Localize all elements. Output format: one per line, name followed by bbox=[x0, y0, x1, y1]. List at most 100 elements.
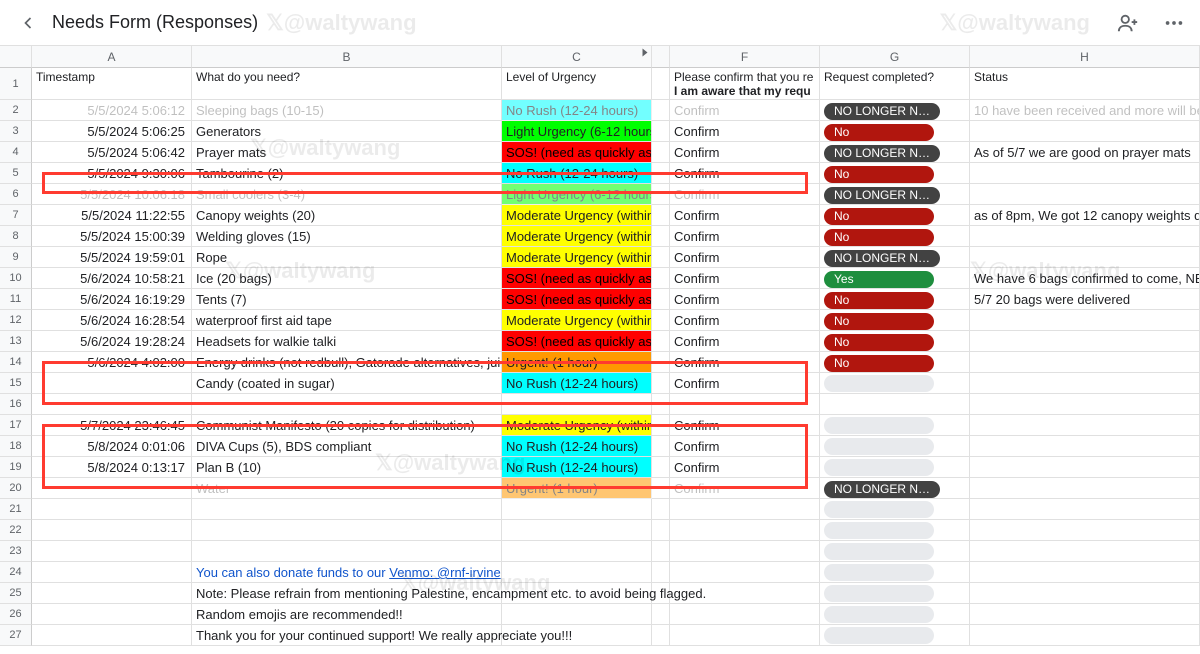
cell-confirm[interactable]: Confirm bbox=[670, 457, 820, 478]
cell[interactable] bbox=[652, 184, 670, 205]
cell-urgency[interactable]: No Rush (12-24 hours) bbox=[502, 100, 652, 121]
cell-status[interactable] bbox=[970, 247, 1200, 268]
row-header[interactable]: 18 bbox=[0, 436, 32, 457]
row-header[interactable]: 22 bbox=[0, 520, 32, 541]
cell-confirm[interactable]: Confirm bbox=[670, 163, 820, 184]
cell-timestamp[interactable] bbox=[32, 499, 192, 520]
cell-timestamp[interactable]: 5/6/2024 16:28:54 bbox=[32, 310, 192, 331]
cell[interactable] bbox=[652, 68, 670, 100]
cell-status[interactable]: 10 have been received and more will be r… bbox=[970, 100, 1200, 121]
cell[interactable] bbox=[652, 415, 670, 436]
cell-need[interactable]: Water bbox=[192, 478, 502, 499]
header-cell[interactable]: Level of Urgency bbox=[502, 68, 652, 100]
cell-need[interactable] bbox=[192, 520, 502, 541]
cell-need[interactable]: Welding gloves (15) bbox=[192, 226, 502, 247]
back-button[interactable] bbox=[12, 7, 44, 39]
cell-urgency[interactable]: No Rush (12-24 hours) bbox=[502, 436, 652, 457]
cell[interactable] bbox=[652, 625, 670, 646]
cell-completed[interactable] bbox=[820, 625, 970, 646]
cell-confirm[interactable]: Confirm bbox=[670, 373, 820, 394]
cell-need[interactable]: Generators bbox=[192, 121, 502, 142]
cell-status[interactable] bbox=[970, 310, 1200, 331]
cell[interactable] bbox=[652, 457, 670, 478]
row-header[interactable]: 9 bbox=[0, 247, 32, 268]
cell-confirm[interactable] bbox=[670, 562, 820, 583]
cell-urgency[interactable]: Moderate Urgency (within bbox=[502, 247, 652, 268]
header-cell[interactable]: Status bbox=[970, 68, 1200, 100]
cell-timestamp[interactable]: 5/6/2024 19:28:24 bbox=[32, 331, 192, 352]
cell-completed[interactable]: No bbox=[820, 226, 970, 247]
cell[interactable] bbox=[652, 100, 670, 121]
column-header[interactable]: A bbox=[32, 46, 192, 68]
cell-status[interactable]: As of 5/7 we are good on prayer mats bbox=[970, 142, 1200, 163]
cell-timestamp[interactable]: 5/6/2024 16:19:29 bbox=[32, 289, 192, 310]
cell-confirm[interactable] bbox=[670, 394, 820, 415]
cell-completed[interactable]: NO LONGER N… bbox=[820, 142, 970, 163]
cell-completed[interactable]: No bbox=[820, 121, 970, 142]
cell-urgency[interactable]: No Rush (12-24 hours) bbox=[502, 163, 652, 184]
cell-need[interactable]: Candy (coated in sugar) bbox=[192, 373, 502, 394]
cell-need[interactable]: DIVA Cups (5), BDS compliant bbox=[192, 436, 502, 457]
cell-completed[interactable]: No bbox=[820, 205, 970, 226]
cell-timestamp[interactable] bbox=[32, 373, 192, 394]
row-header[interactable]: 1 bbox=[0, 68, 32, 100]
cell-urgency[interactable]: SOS! (need as quickly as bbox=[502, 331, 652, 352]
cell-need[interactable]: waterproof first aid tape bbox=[192, 310, 502, 331]
cell-status[interactable] bbox=[970, 226, 1200, 247]
cell-completed[interactable] bbox=[820, 520, 970, 541]
column-group-toggle[interactable] bbox=[652, 46, 670, 68]
cell-need[interactable]: Headsets for walkie talki bbox=[192, 331, 502, 352]
cell-confirm[interactable] bbox=[670, 499, 820, 520]
cell-status[interactable] bbox=[970, 121, 1200, 142]
cell-confirm[interactable]: Confirm bbox=[670, 142, 820, 163]
share-add-person-button[interactable] bbox=[1114, 9, 1142, 37]
cell-confirm[interactable]: Confirm bbox=[670, 205, 820, 226]
cell-urgency[interactable]: Urgent! (1 hour) bbox=[502, 352, 652, 373]
cell-urgency[interactable]: Moderate Urgency (within bbox=[502, 415, 652, 436]
cell-need[interactable]: Canopy weights (20) bbox=[192, 205, 502, 226]
cell-confirm[interactable]: Confirm bbox=[670, 352, 820, 373]
cell-urgency[interactable]: Moderate Urgency (within bbox=[502, 310, 652, 331]
cell-urgency[interactable]: SOS! (need as quickly as bbox=[502, 289, 652, 310]
cell-status[interactable] bbox=[970, 436, 1200, 457]
cell-urgency[interactable]: Urgent! (1 hour) bbox=[502, 478, 652, 499]
cell-completed[interactable]: NO LONGER N… bbox=[820, 100, 970, 121]
cell-urgency[interactable] bbox=[502, 499, 652, 520]
cell-completed[interactable]: NO LONGER N… bbox=[820, 247, 970, 268]
cell[interactable] bbox=[652, 352, 670, 373]
cell-completed[interactable] bbox=[820, 457, 970, 478]
cell-confirm[interactable]: Confirm bbox=[670, 415, 820, 436]
cell-need[interactable]: Thank you for your continued support! We… bbox=[192, 625, 502, 646]
row-header[interactable]: 15 bbox=[0, 373, 32, 394]
cell-status[interactable] bbox=[970, 415, 1200, 436]
row-header[interactable]: 7 bbox=[0, 205, 32, 226]
cell[interactable] bbox=[652, 478, 670, 499]
cell-status[interactable] bbox=[970, 499, 1200, 520]
column-header[interactable]: C bbox=[502, 46, 652, 68]
cell[interactable] bbox=[652, 520, 670, 541]
cell-need[interactable]: Energy drinks (not redbull), Gatorade al… bbox=[192, 352, 502, 373]
cell[interactable] bbox=[652, 604, 670, 625]
cell-completed[interactable] bbox=[820, 373, 970, 394]
cell-timestamp[interactable]: 5/5/2024 15:00:39 bbox=[32, 226, 192, 247]
cell-urgency[interactable]: SOS! (need as quickly as bbox=[502, 268, 652, 289]
cell[interactable] bbox=[652, 541, 670, 562]
cell[interactable] bbox=[652, 499, 670, 520]
cell[interactable] bbox=[652, 268, 670, 289]
row-header[interactable]: 14 bbox=[0, 352, 32, 373]
cell-status[interactable] bbox=[970, 583, 1200, 604]
cell-timestamp[interactable] bbox=[32, 394, 192, 415]
cell-completed[interactable]: No bbox=[820, 331, 970, 352]
cell-completed[interactable] bbox=[820, 499, 970, 520]
cell-urgency[interactable] bbox=[502, 520, 652, 541]
row-header[interactable]: 26 bbox=[0, 604, 32, 625]
cell-need[interactable]: Note: Please refrain from mentioning Pal… bbox=[192, 583, 502, 604]
cell-need[interactable]: Ice (20 bags) bbox=[192, 268, 502, 289]
cell-timestamp[interactable]: 5/5/2024 5:06:42 bbox=[32, 142, 192, 163]
cell-status[interactable] bbox=[970, 625, 1200, 646]
row-header[interactable]: 21 bbox=[0, 499, 32, 520]
cell-status[interactable] bbox=[970, 331, 1200, 352]
cell-confirm[interactable]: Confirm bbox=[670, 268, 820, 289]
cell-timestamp[interactable]: 5/5/2024 9:30:06 bbox=[32, 163, 192, 184]
cell-need[interactable]: Communist Manifesto (20 copies for distr… bbox=[192, 415, 502, 436]
